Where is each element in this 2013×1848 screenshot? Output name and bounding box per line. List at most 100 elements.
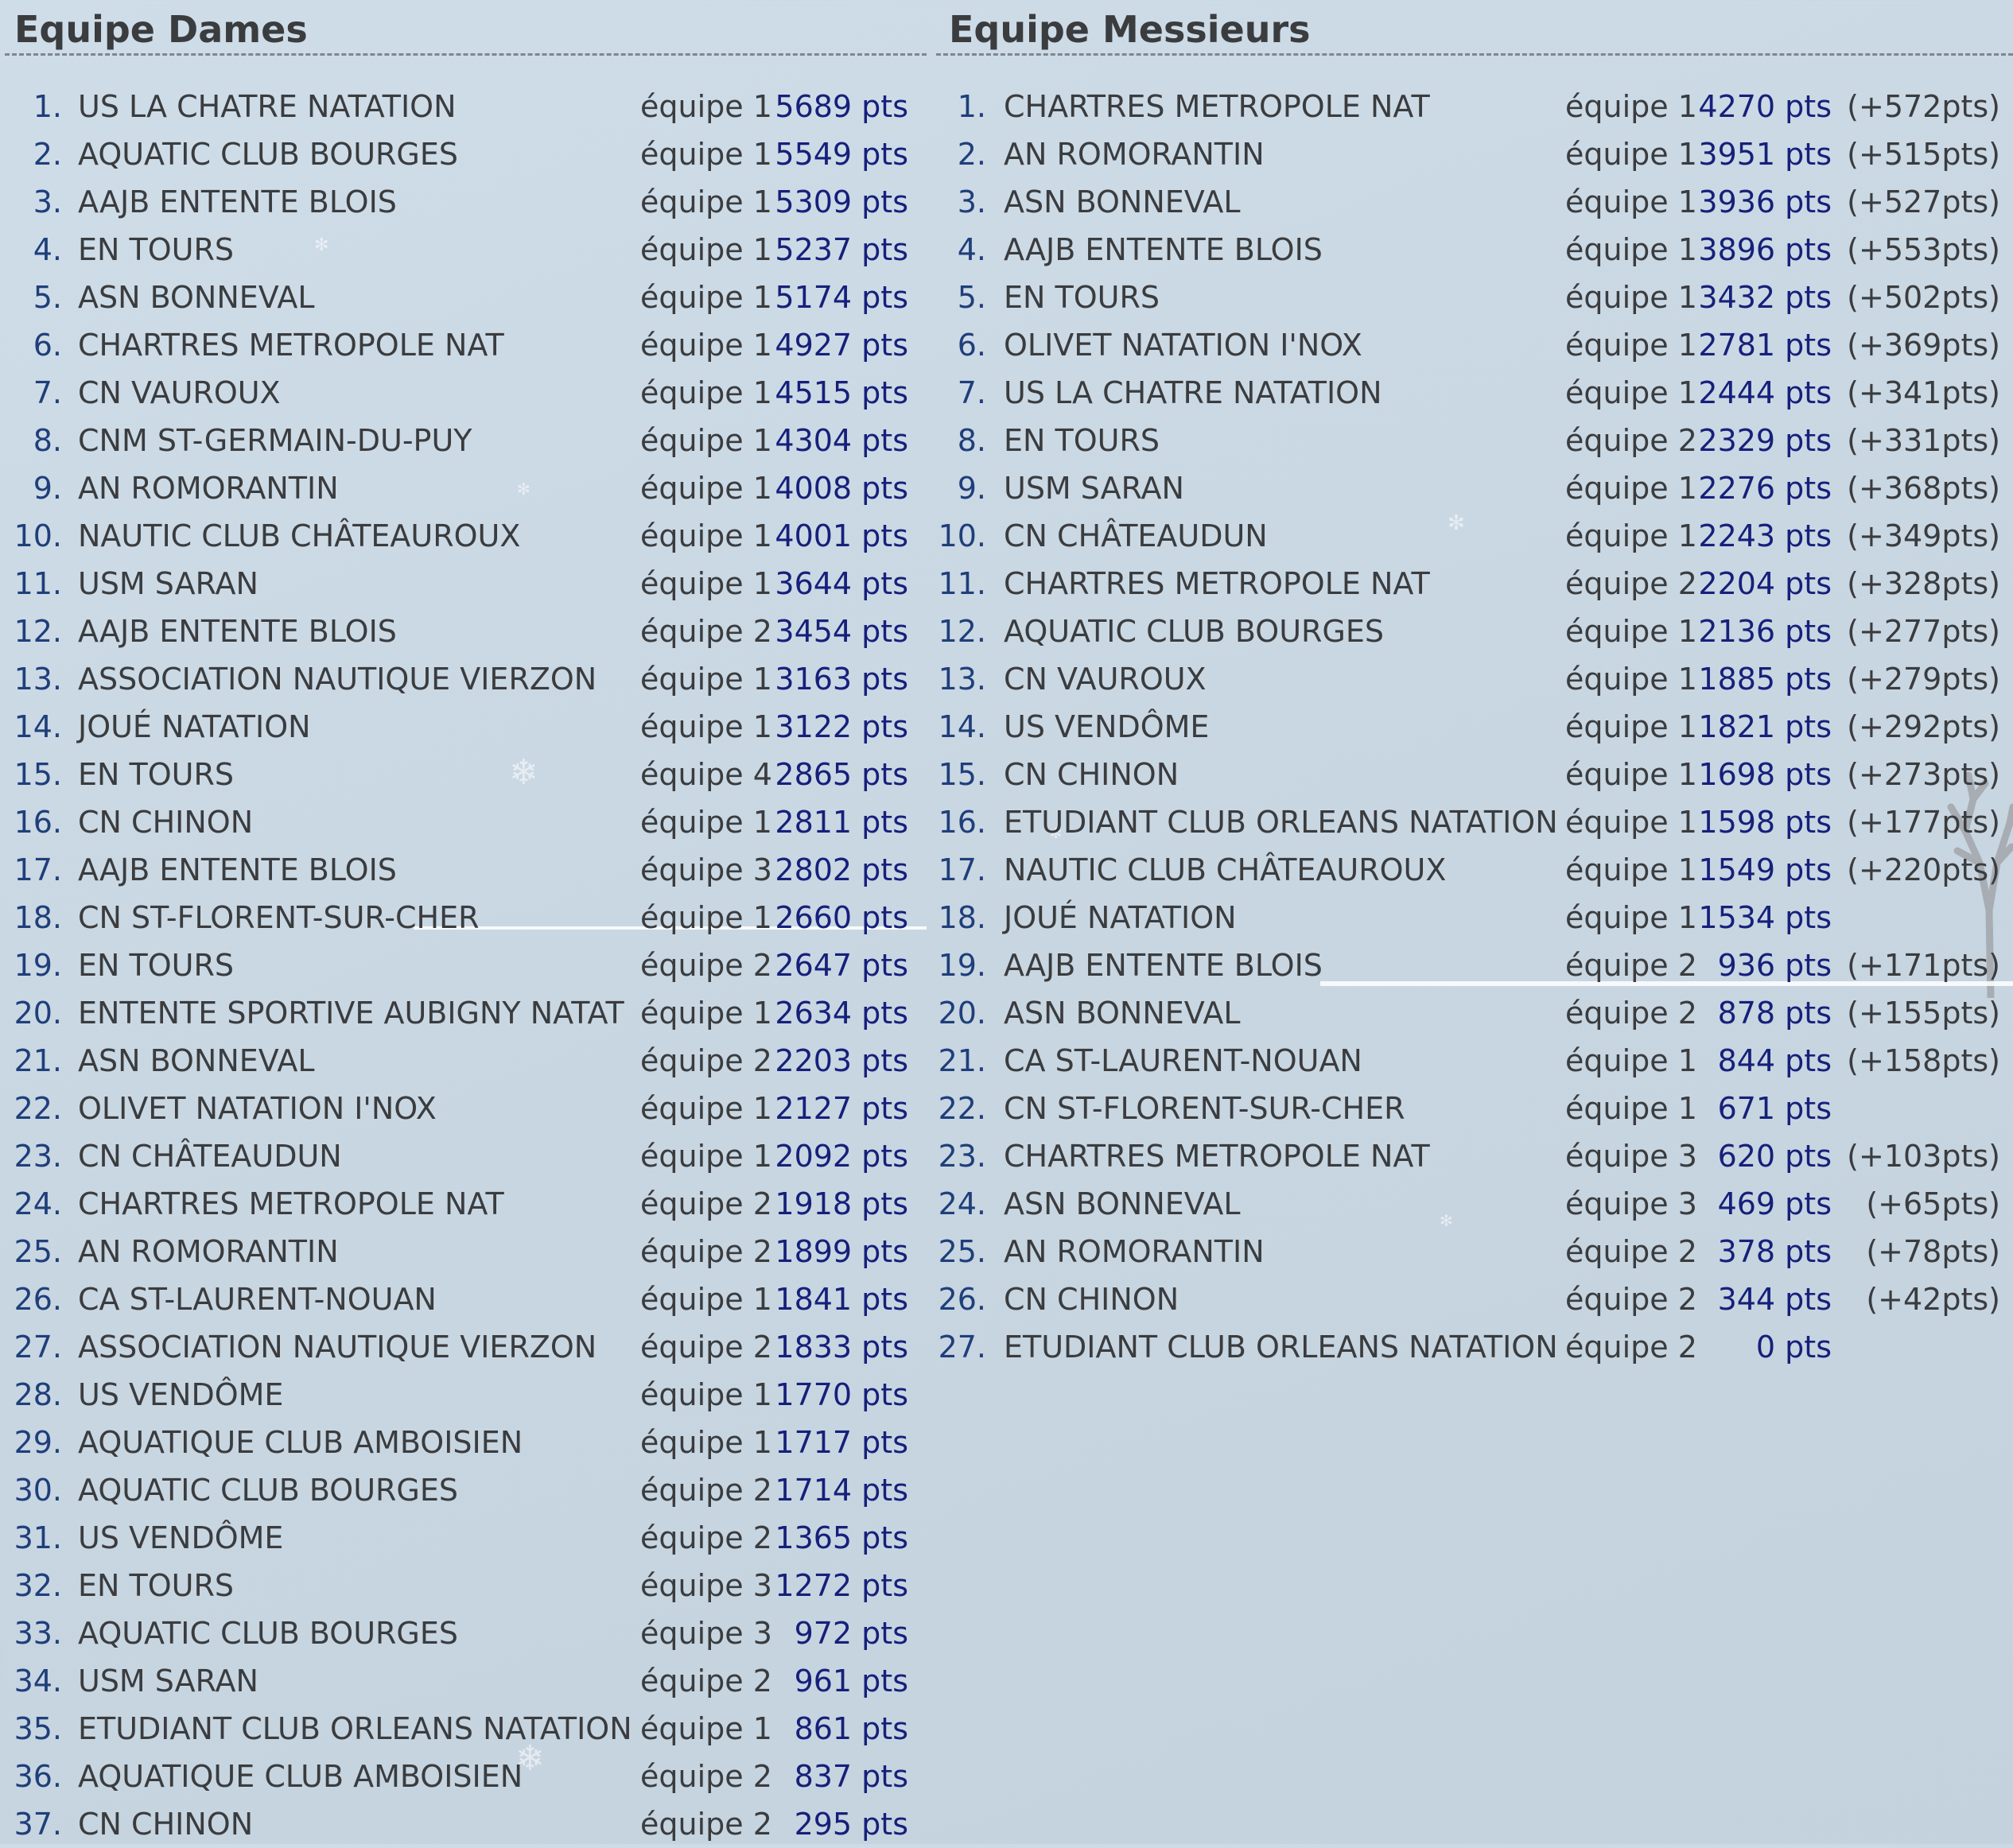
points-value: 4515 pts <box>775 375 908 410</box>
points-value: 4927 pts <box>775 328 908 363</box>
points-value: 2204 pts <box>1698 566 1832 601</box>
ranking-row: 3. AAJB ENTENTE BLOIS équipe 1 5309 pts <box>0 178 927 226</box>
rank-number: 4. <box>957 232 986 267</box>
points-value: 3432 pts <box>1698 280 1832 315</box>
ranking-row: 36. AQUATIQUE CLUB AMBOISIEN équipe 2 837 p… <box>0 1753 927 1800</box>
club-name: OLIVET NATATION I'NOX <box>78 1091 437 1126</box>
points-value: 1598 pts <box>1698 805 1832 840</box>
ranking-row: 1. US LA CHATRE NATATION équipe 1 5689 pts <box>0 83 927 130</box>
team-label: équipe 4 <box>640 757 772 792</box>
points-delta: (+328pts) <box>1847 566 2000 601</box>
ranking-row: 13. ASSOCIATION NAUTIQUE VIERZON équipe 13… <box>0 655 927 703</box>
club-name: AQUATIC CLUB BOURGES <box>1004 614 1385 649</box>
ranking-row: 4. AAJB ENTENTE BLOIS équipe 1 3896 pts (+55… <box>927 226 2013 274</box>
rank-number: 23. <box>14 1139 62 1174</box>
ranking-row: 7. CN VAUROUX équipe 1 4515 pts <box>0 369 927 417</box>
team-label: équipe 1 <box>640 900 772 935</box>
points-value: 2660 pts <box>775 900 908 935</box>
ranking-list-dames: 1. US LA CHATRE NATATION équipe 1 5689 pts 2… <box>0 83 927 1848</box>
team-label: équipe 1 <box>640 1377 772 1412</box>
points-value: 936 pts <box>1717 948 1832 983</box>
rank-number: 36. <box>14 1759 62 1794</box>
club-name: US VENDÔME <box>78 1520 284 1555</box>
team-label: équipe 2 <box>640 1759 772 1794</box>
team-label: équipe 1 <box>640 709 772 744</box>
club-name: US VENDÔME <box>78 1377 284 1412</box>
points-delta: (+553pts) <box>1847 232 2000 267</box>
ranking-row: 8. CNM ST-GERMAIN-DU-PUY équipe 1 4304 pts <box>0 417 927 464</box>
ranking-row: 22. OLIVET NATATION I'NOX équipe 1 2127 pts <box>0 1085 927 1132</box>
points-value: 1918 pts <box>775 1186 908 1221</box>
rank-number: 21. <box>938 1043 986 1078</box>
ranking-row: 20. ASN BONNEVAL équipe 2 878 pts (+155pts) <box>927 989 2013 1037</box>
rank-number: 8. <box>33 423 62 458</box>
club-name: CHARTRES METROPOLE NAT <box>78 328 504 363</box>
panel-title-messieurs: Equipe Messieurs <box>936 0 2013 56</box>
rank-number: 24. <box>938 1186 986 1221</box>
club-name: OLIVET NATATION I'NOX <box>1004 328 1362 363</box>
points-delta: (+349pts) <box>1847 518 2000 553</box>
ranking-row: 5. EN TOURS équipe 1 3432 pts (+502pts) <box>927 274 2013 321</box>
points-value: 2092 pts <box>775 1139 908 1174</box>
points-value: 861 pts <box>794 1711 908 1746</box>
points-value: 2136 pts <box>1698 614 1832 649</box>
rank-number: 15. <box>938 757 986 792</box>
rank-number: 17. <box>14 852 62 887</box>
ranking-row: 15. EN TOURS équipe 4 2865 pts <box>0 751 927 798</box>
team-label: équipe 1 <box>640 423 772 458</box>
team-label: équipe 1 <box>640 662 772 697</box>
ranking-row: 14. US VENDÔME équipe 1 1821 pts (+292pts) <box>927 703 2013 751</box>
club-name: AN ROMORANTIN <box>1004 1234 1265 1269</box>
points-value: 378 pts <box>1717 1234 1832 1269</box>
points-value: 1714 pts <box>775 1473 908 1508</box>
ranking-row: 6. CHARTRES METROPOLE NAT équipe 1 4927 pts <box>0 321 927 369</box>
ranking-row: 31. US VENDÔME équipe 2 1365 pts <box>0 1514 927 1562</box>
points-value: 1833 pts <box>775 1330 908 1365</box>
club-name: ASN BONNEVAL <box>78 280 315 315</box>
points-value: 2647 pts <box>775 948 908 983</box>
rank-number: 12. <box>14 614 62 649</box>
team-label: équipe 1 <box>640 566 772 601</box>
points-value: 5237 pts <box>775 232 908 267</box>
club-name: CHARTRES METROPOLE NAT <box>78 1186 504 1221</box>
ranking-row: 32. EN TOURS équipe 3 1272 pts <box>0 1562 927 1609</box>
points-value: 3896 pts <box>1698 232 1832 267</box>
points-value: 620 pts <box>1717 1139 1832 1174</box>
club-name: ASSOCIATION NAUTIQUE VIERZON <box>78 1330 597 1365</box>
club-name: CA ST-LAURENT-NOUAN <box>78 1282 437 1317</box>
points-delta: (+341pts) <box>1847 375 2000 410</box>
club-name: AN ROMORANTIN <box>78 471 339 506</box>
club-name: CHARTRES METROPOLE NAT <box>1004 566 1430 601</box>
points-value: 3936 pts <box>1698 184 1832 219</box>
ranking-row: 26. CN CHINON équipe 2 344 pts (+42pts) <box>927 1275 2013 1323</box>
points-value: 2781 pts <box>1698 328 1832 363</box>
points-value: 1885 pts <box>1698 662 1832 697</box>
club-name: EN TOURS <box>1004 423 1160 458</box>
points-value: 2329 pts <box>1698 423 1832 458</box>
rank-number: 16. <box>938 805 986 840</box>
club-name: ASN BONNEVAL <box>1004 1186 1241 1221</box>
club-name: EN TOURS <box>78 757 234 792</box>
points-delta: (+369pts) <box>1847 328 2000 363</box>
team-label: équipe 3 <box>640 1616 772 1651</box>
club-name: AQUATIC CLUB BOURGES <box>78 137 459 172</box>
points-value: 4270 pts <box>1698 89 1832 124</box>
points-delta: (+368pts) <box>1847 471 2000 506</box>
points-value: 2444 pts <box>1698 375 1832 410</box>
club-name: CN CHÂTEAUDUN <box>78 1139 342 1174</box>
club-name: AQUATIC CLUB BOURGES <box>78 1473 459 1508</box>
panel-title-dames: Equipe Dames <box>5 0 927 56</box>
team-label: équipe 1 <box>640 1282 772 1317</box>
team-label: équipe 1 <box>640 1139 772 1174</box>
team-label: équipe 1 <box>640 328 772 363</box>
points-delta: (+277pts) <box>1847 614 2000 649</box>
team-label: équipe 1 <box>640 1711 772 1746</box>
points-delta: (+42pts) <box>1866 1282 2000 1317</box>
team-label: équipe 2 <box>640 1186 772 1221</box>
ranking-row: 16. ETUDIANT CLUB ORLEANS NATATION équipe … <box>927 798 2013 846</box>
club-name: AAJB ENTENTE BLOIS <box>78 852 397 887</box>
points-delta: (+515pts) <box>1847 137 2000 172</box>
rank-number: 32. <box>14 1568 62 1603</box>
ranking-row: 33. AQUATIC CLUB BOURGES équipe 3 972 pts <box>0 1609 927 1657</box>
points-value: 844 pts <box>1717 1043 1832 1078</box>
